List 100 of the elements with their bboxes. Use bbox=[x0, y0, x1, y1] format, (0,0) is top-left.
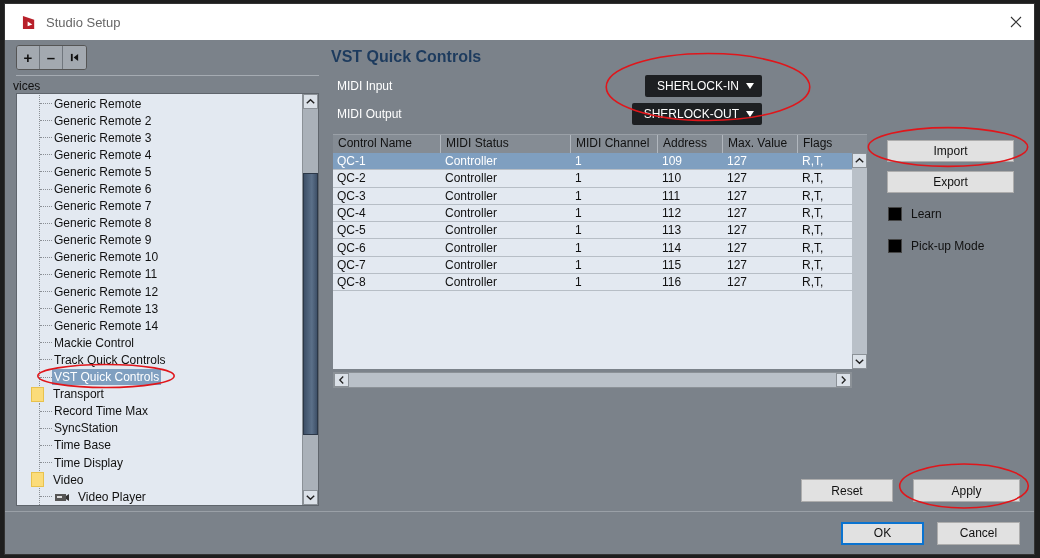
tree-item[interactable]: Generic Remote 6 bbox=[52, 181, 154, 197]
table-cell-text: Controller bbox=[444, 257, 499, 272]
table-row[interactable]: QC-5 Controller 1 113 127 R,T, bbox=[333, 222, 852, 240]
tree-item[interactable]: Generic Remote 8 bbox=[52, 215, 154, 232]
table-cell-text: Controller bbox=[444, 171, 499, 186]
table-cell-text: 1 bbox=[574, 188, 583, 203]
checkbox-label: Pick-up Mode bbox=[911, 239, 985, 253]
table-cell-text: 127 bbox=[726, 275, 749, 290]
table-cell-text: 127 bbox=[726, 188, 749, 203]
field-label: MIDI Input bbox=[337, 79, 394, 93]
tree-item[interactable]: Generic Remote 10 bbox=[52, 249, 161, 266]
midi-dropdown[interactable]: SHERLOCK-OUT bbox=[631, 103, 762, 125]
button[interactable]: Cancel bbox=[937, 521, 1020, 545]
button[interactable]: Apply bbox=[913, 479, 1020, 502]
midi-dropdown[interactable]: SHERLOCK-IN bbox=[645, 75, 762, 97]
table-cell-text: QC-7 bbox=[336, 257, 367, 272]
scroll-up-icon[interactable] bbox=[303, 94, 318, 109]
table-cell-text: 1 bbox=[574, 171, 583, 186]
tree-item[interactable]: Generic Remote 9 bbox=[52, 232, 154, 249]
scrollbar-thumb[interactable] bbox=[303, 173, 318, 435]
checkbox[interactable] bbox=[888, 239, 902, 253]
window-title: Studio Setup bbox=[46, 14, 122, 30]
tree-header: vices bbox=[13, 80, 42, 93]
tree-item[interactable]: Generic Remote 12 bbox=[52, 283, 161, 300]
tree-item[interactable]: Generic Remote 4 bbox=[52, 146, 154, 163]
table-cell-text: R,T, bbox=[801, 240, 825, 255]
table-row[interactable]: QC-7 Controller 1 115 127 R,T, bbox=[333, 256, 852, 275]
table-cell-text: R,T, bbox=[801, 154, 825, 169]
tree-item[interactable]: Mackie Control bbox=[52, 334, 137, 351]
caret-icon bbox=[746, 83, 754, 89]
column-header[interactable]: Flags bbox=[798, 135, 867, 153]
reset-button[interactable] bbox=[63, 46, 86, 69]
table-cell-text: Controller bbox=[444, 275, 499, 290]
table-cell-text: Controller bbox=[444, 206, 499, 221]
scroll-down-icon[interactable] bbox=[303, 490, 318, 505]
table-cell-text: 116 bbox=[661, 275, 683, 290]
table-cell-text: Controller bbox=[444, 154, 499, 169]
tree-item[interactable]: Generic Remote 13 bbox=[52, 300, 161, 317]
table-cell-text: R,T, bbox=[801, 206, 825, 221]
table-cell-text: 1 bbox=[574, 223, 583, 238]
table-row[interactable]: QC-2 Controller 1 110 127 R,T, bbox=[333, 170, 852, 188]
table-cell-text: QC-1 bbox=[336, 154, 367, 169]
table-row[interactable]: QC-8 Controller 1 116 127 R,T, bbox=[333, 274, 852, 292]
table-row[interactable]: QC-3 Controller 1 111 127 R,T, bbox=[333, 187, 852, 205]
button[interactable]: Reset bbox=[801, 479, 893, 502]
folder-icon bbox=[31, 472, 44, 488]
table-cell-text: 127 bbox=[726, 240, 749, 255]
table-cell-text: QC-8 bbox=[336, 275, 367, 290]
table-cell-text: R,T, bbox=[801, 257, 825, 272]
table-cell-text: 110 bbox=[661, 171, 683, 186]
scrollbar[interactable] bbox=[302, 94, 318, 505]
tree-item[interactable]: Generic Remote 3 bbox=[52, 129, 154, 146]
scrollbar[interactable] bbox=[333, 372, 852, 388]
table-cell-text: 109 bbox=[661, 154, 684, 169]
tree-item[interactable]: Generic Remote bbox=[52, 95, 144, 112]
table-cell-text: QC-3 bbox=[336, 188, 367, 203]
add-button[interactable]: + bbox=[17, 46, 40, 69]
table-cell-text: 115 bbox=[661, 257, 683, 272]
scroll-left-icon[interactable] bbox=[334, 373, 349, 387]
button[interactable]: Export bbox=[887, 171, 1014, 193]
tree-item[interactable]: Generic Remote 2 bbox=[52, 112, 154, 129]
table-row[interactable]: QC-6 Controller 1 114 127 R,T, bbox=[333, 239, 852, 257]
tree-item[interactable]: Generic Remote 5 bbox=[52, 163, 154, 180]
table-cell-text: 1 bbox=[574, 206, 583, 221]
table-cell-text: R,T, bbox=[801, 223, 825, 238]
tree-item[interactable]: Time Display bbox=[52, 454, 125, 471]
tree-item[interactable]: SyncStation bbox=[52, 420, 121, 437]
checkbox[interactable] bbox=[888, 207, 902, 221]
tree-folder[interactable]: Transport bbox=[51, 386, 106, 403]
table-cell-text: Controller bbox=[444, 223, 499, 238]
table-cell-text: 1 bbox=[574, 275, 583, 290]
tree-folder[interactable]: Video bbox=[51, 471, 86, 488]
tree-item[interactable]: Time Base bbox=[52, 437, 113, 454]
panel-title: VST Quick Controls bbox=[331, 47, 483, 67]
close-icon[interactable] bbox=[1010, 16, 1022, 28]
table-cell-text: 127 bbox=[726, 171, 749, 186]
table-row[interactable]: QC-4 Controller 1 112 127 R,T, bbox=[333, 204, 852, 223]
table-cell-text: 127 bbox=[726, 154, 749, 169]
video-device-icon bbox=[54, 491, 70, 502]
tree-item[interactable]: Generic Remote 11 bbox=[52, 266, 160, 283]
button[interactable]: Import bbox=[887, 140, 1014, 162]
table-cell-text: R,T, bbox=[801, 188, 825, 203]
tree-item[interactable]: Generic Remote 14 bbox=[52, 317, 161, 334]
table-cell-text: 113 bbox=[661, 223, 683, 238]
button[interactable]: OK bbox=[841, 521, 924, 545]
scroll-right-icon[interactable] bbox=[836, 373, 851, 387]
scroll-down-icon[interactable] bbox=[852, 354, 867, 369]
tree-item[interactable]: Track Quick Controls bbox=[52, 351, 168, 368]
scrollbar[interactable] bbox=[852, 153, 867, 369]
table-cell-text: 112 bbox=[661, 206, 683, 221]
checkbox-label: Learn bbox=[911, 207, 942, 221]
tree-item[interactable]: Video Player bbox=[76, 488, 148, 505]
tree-item[interactable]: Record Time Max bbox=[52, 403, 151, 420]
remove-button[interactable]: – bbox=[40, 46, 63, 69]
scroll-up-icon[interactable] bbox=[852, 153, 867, 168]
table-cell-text: 114 bbox=[661, 240, 683, 255]
skip-to-start-icon bbox=[70, 53, 79, 62]
tree-item[interactable]: Generic Remote 7 bbox=[52, 198, 154, 215]
table-cell-text: Controller bbox=[444, 240, 499, 255]
table-cell-text: 1 bbox=[574, 240, 583, 255]
